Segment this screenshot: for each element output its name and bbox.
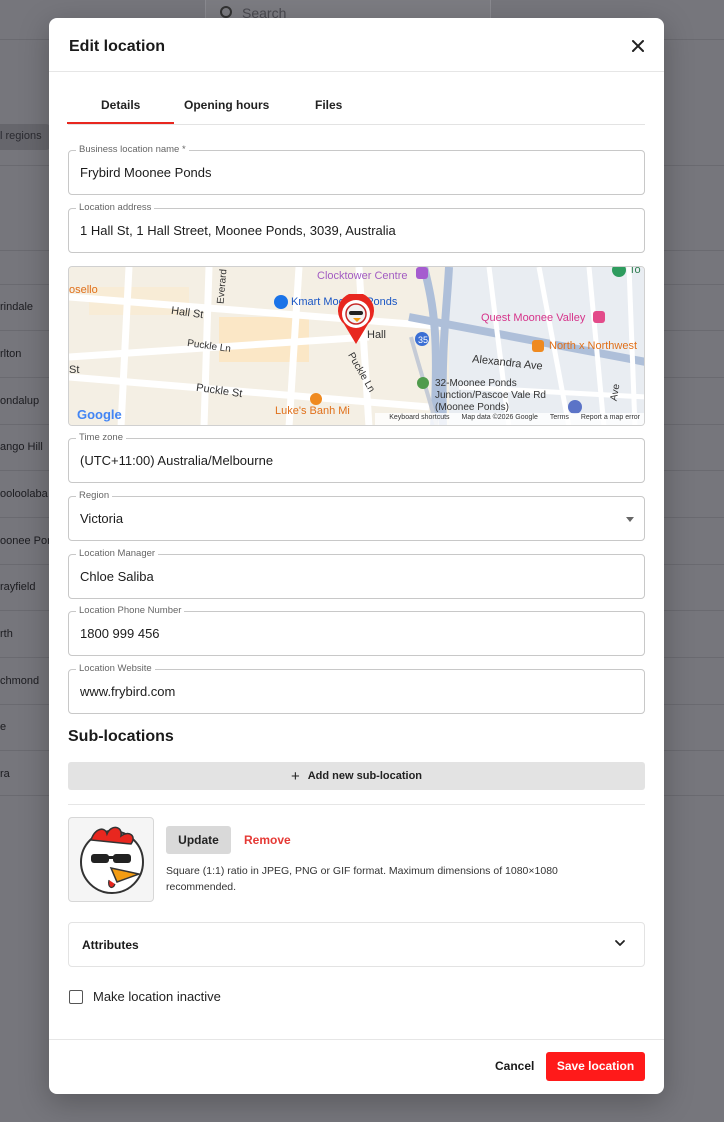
tab-details[interactable]: Details <box>66 98 176 124</box>
route-35-number: 35 <box>418 335 428 345</box>
background-list-item: rlton <box>0 348 22 360</box>
google-logo: Google <box>77 407 122 422</box>
tab-opening-hours[interactable]: Opening hours <box>184 98 269 112</box>
location-logo-preview <box>68 817 154 902</box>
website-value[interactable]: www.frybird.com <box>80 684 620 699</box>
address-label: Location address <box>76 202 155 213</box>
website-label: Location Website <box>76 663 155 674</box>
map-data-text: Map data ©2026 Google <box>461 414 538 421</box>
image-hint-text: Square (1:1) ratio in JPEG, PNG or GIF f… <box>166 865 558 893</box>
website-field[interactable]: Location Website www.frybird.com <box>68 663 645 714</box>
chevron-down-icon[interactable] <box>614 937 626 949</box>
edit-location-modal: Edit location Details Opening hours File… <box>49 18 664 1094</box>
business-name-field[interactable]: Business location name * Frybird Moonee … <box>68 144 645 195</box>
background-list-item: ango Hill <box>0 441 43 453</box>
region-label: Region <box>76 490 113 501</box>
manager-value[interactable]: Chloe Saliba <box>80 569 620 584</box>
background-list-item: ooloolaba <box>0 488 48 500</box>
timezone-label: Time zone <box>76 432 126 443</box>
address-field[interactable]: Location address 1 Hall St, 1 Hall Stree… <box>68 202 645 253</box>
modal-title: Edit location <box>69 38 165 55</box>
add-sublocation-label: Add new sub-location <box>307 770 423 782</box>
map-label-clocktower: Clocktower Centre <box>317 270 408 282</box>
timezone-field[interactable]: Time zone (UTC+11:00) Australia/Melbourn… <box>68 432 645 483</box>
tab-files[interactable]: Files <box>315 98 342 112</box>
background-list-item: e <box>0 721 7 733</box>
plus-icon: + <box>290 768 300 785</box>
section-divider <box>68 804 645 805</box>
map-attribution-bar: Keyboard shortcuts Map data ©2026 Google… <box>375 413 644 425</box>
background-list-item: rth <box>0 628 13 640</box>
background-list-item: chmond <box>0 675 40 687</box>
terms-link[interactable]: Terms <box>550 414 569 421</box>
background-list-item: oonee Pon <box>0 535 54 547</box>
chicken-mascot-icon <box>80 826 144 894</box>
background-list-item: ra <box>0 768 10 780</box>
phone-field[interactable]: Location Phone Number 1800 999 456 <box>68 605 645 656</box>
background-filter-pill: l regions <box>0 124 50 150</box>
map-label-lukes: Luke's Banh Mi <box>275 405 350 417</box>
modal-header: Edit location <box>49 18 664 72</box>
save-location-button[interactable]: Save location <box>546 1052 645 1081</box>
location-map[interactable]: 35 Clocktower Centre Kmart Moonee Ponds … <box>68 266 645 426</box>
manager-label: Location Manager <box>76 548 159 559</box>
attributes-label: Attributes <box>82 938 139 952</box>
close-icon[interactable] <box>628 36 648 56</box>
address-value[interactable]: 1 Hall St, 1 Hall Street, Moonee Ponds, … <box>80 223 620 238</box>
keyboard-shortcuts-link[interactable]: Keyboard shortcuts <box>389 414 449 421</box>
location-pin-icon <box>338 294 374 344</box>
business-name-label: Business location name * <box>76 144 189 155</box>
map-label-rosello: osello <box>69 284 98 296</box>
region-value[interactable]: Victoria <box>80 511 620 526</box>
cancel-button[interactable]: Cancel <box>495 1059 534 1073</box>
phone-label: Location Phone Number <box>76 605 185 616</box>
footer-divider <box>49 1039 664 1040</box>
business-name-value[interactable]: Frybird Moonee Ponds <box>80 165 620 180</box>
timezone-value[interactable]: (UTC+11:00) Australia/Melbourne <box>80 453 620 468</box>
map-label-junction: 32-Moonee Ponds Junction/Pascoe Vale Rd … <box>435 378 546 413</box>
attributes-accordion[interactable]: Attributes <box>68 922 645 967</box>
map-label-quest: Quest Moonee Valley <box>481 312 586 324</box>
region-select[interactable]: Region Victoria <box>68 490 645 541</box>
add-sublocation-button[interactable]: + Add new sub-location <box>68 762 645 790</box>
sublocations-title: Sub-locations <box>68 728 174 745</box>
dropdown-arrow-icon[interactable] <box>626 517 634 522</box>
checkbox[interactable] <box>69 990 83 1004</box>
update-image-button[interactable]: Update <box>166 826 231 854</box>
background-list-item: ondalup <box>0 395 40 407</box>
tab-bar: Details Opening hours Files <box>66 90 645 125</box>
map-label-northx: North x Northwest <box>549 340 638 352</box>
background-filter-label: l regions <box>0 130 42 142</box>
make-inactive-label: Make location inactive <box>93 989 221 1004</box>
search-icon <box>220 6 232 18</box>
remove-image-button[interactable]: Remove <box>244 833 291 847</box>
background-list-item: rindale <box>0 301 34 313</box>
background-list-item: rayfield <box>0 581 36 593</box>
report-map-error-link[interactable]: Report a map error <box>581 414 640 421</box>
phone-value[interactable]: 1800 999 456 <box>80 626 620 641</box>
map-label-to: To <box>629 266 641 276</box>
map-label-st: St <box>69 364 80 376</box>
manager-field[interactable]: Location Manager Chloe Saliba <box>68 548 645 599</box>
